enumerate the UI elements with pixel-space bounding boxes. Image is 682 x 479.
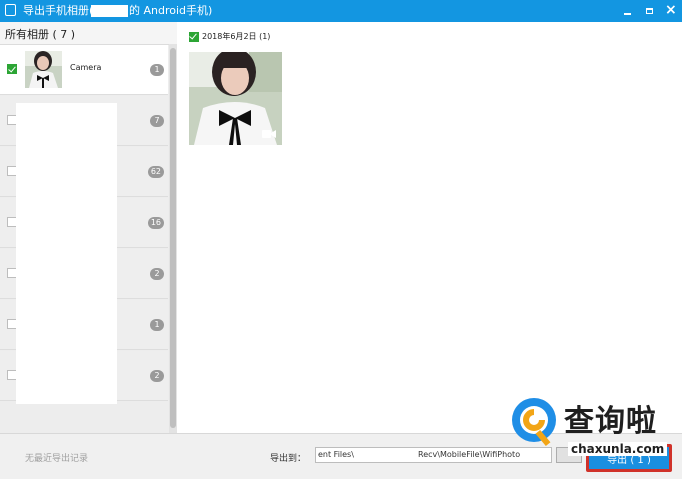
close-button[interactable]: × [662,2,678,19]
album-count-badge: 1 [150,64,164,76]
album-name: Camera [70,63,102,72]
video-camera-icon [262,130,276,138]
redaction-box [91,5,128,17]
export-to-label: 导出到： [270,454,307,464]
watermark-text: 查询啦 [564,404,657,439]
watermark-url: chaxunla.com [568,442,668,456]
export-album-window: 导出手机相册( 的 Android手机) × 所有相册 ( 7 ) Camera… [0,0,682,479]
photo-thumbnail[interactable] [189,52,282,145]
window-title-prefix: 导出手机相册( [23,4,94,17]
album-item[interactable]: Camera 1 [0,45,168,95]
window-title-suffix: 的 Android手机) [129,4,213,17]
album-count-badge: 1 [150,319,164,331]
phone-icon [5,4,16,16]
maximize-button[interactable] [642,3,658,19]
all-albums-label: 所有相册 ( 7 ) [5,28,76,41]
album-list-header: 所有相册 ( 7 ) [0,22,177,45]
redaction-box [16,103,117,404]
album-count-badge: 62 [147,166,164,178]
album-count-badge: 2 [150,370,164,382]
title-bar: 导出手机相册( 的 Android手机) × [0,0,682,22]
close-icon: × [665,2,677,18]
photo-grid-panel: 2018年6月2日 (1) [177,22,682,433]
album-list-scrollbar[interactable] [169,44,177,433]
export-path-text: Recv\MobileFile\WifiPhoto [418,450,521,459]
date-group-checkbox[interactable] [189,32,199,42]
album-checkbox[interactable] [7,64,17,74]
album-list-panel: 所有相册 ( 7 ) Camera 1 7 62 16 2 1 2 [0,22,177,433]
album-count-badge: 7 [150,115,164,127]
minimize-button[interactable] [620,3,636,19]
album-count-badge: 2 [150,268,164,280]
export-path-text: ent Files\ [318,450,354,459]
watermark-logo: 查询啦 chaxunla.com [508,392,678,462]
album-thumbnail [25,51,62,88]
album-count-badge: 16 [147,217,164,229]
no-export-record-text: 无最近导出记录 [25,454,89,464]
date-group-label: 2018年6月2日 (1) [202,32,271,41]
magnifier-logo-icon [512,398,556,447]
scrollbar-thumb[interactable] [170,48,176,428]
